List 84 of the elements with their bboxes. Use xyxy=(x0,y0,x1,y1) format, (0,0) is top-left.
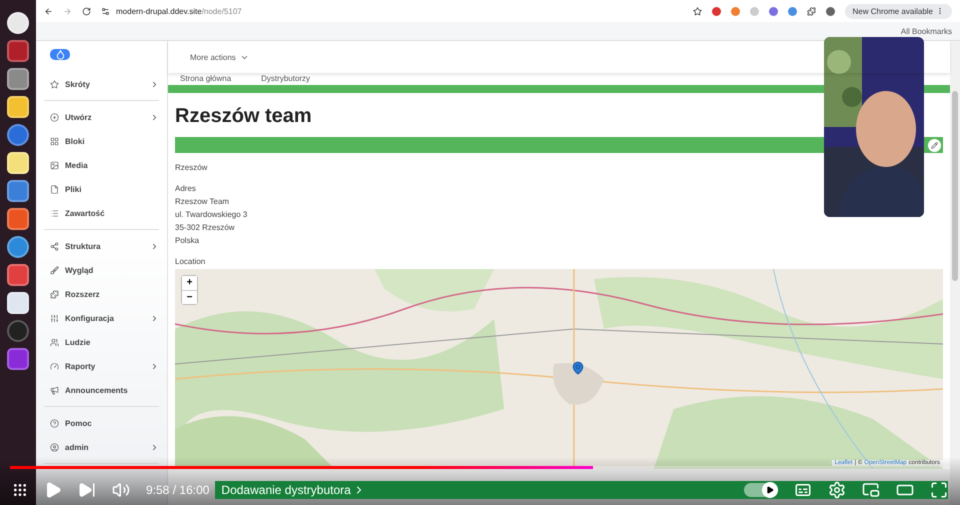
chevron-icon xyxy=(150,362,159,370)
tab[interactable]: Strona główna xyxy=(180,74,232,83)
site-settings-icon[interactable] xyxy=(101,6,110,16)
grip-icon xyxy=(12,482,28,498)
sidebar-item[interactable]: Rozszerz xyxy=(44,282,159,306)
field-label: Location xyxy=(175,256,206,268)
app-icon[interactable] xyxy=(7,236,29,258)
field-label: Adres xyxy=(175,183,197,195)
app-icon[interactable] xyxy=(7,12,29,34)
progress-bar[interactable] xyxy=(10,466,950,469)
update-label: New Chrome available xyxy=(852,6,933,16)
puzzle-icon xyxy=(50,290,59,298)
next-button[interactable] xyxy=(78,481,96,499)
chevron-icon xyxy=(150,242,159,250)
scrollbar[interactable] xyxy=(950,41,960,505)
bookmarks-link[interactable]: All Bookmarks xyxy=(900,26,952,36)
address-line: Rzeszow Team xyxy=(175,196,230,208)
sidebar-item[interactable]: Pliki xyxy=(44,177,159,201)
file-icon xyxy=(50,184,59,194)
address-line: ul. Twardowskiego 3 xyxy=(175,209,248,221)
app-icon[interactable] xyxy=(7,68,29,90)
settings-button[interactable] xyxy=(828,481,846,499)
bookmark-star-icon[interactable] xyxy=(692,6,702,16)
play-icon xyxy=(766,486,774,494)
brush-icon xyxy=(50,266,59,274)
sidebar-item[interactable]: Konfiguracja xyxy=(44,306,159,330)
sidebar-item[interactable]: Raporty xyxy=(44,354,159,378)
chevron-icon xyxy=(150,80,159,88)
sidebar-item[interactable]: Zawartość xyxy=(44,201,159,225)
puzzle-icon[interactable] xyxy=(806,6,816,16)
zoom-out-button[interactable]: − xyxy=(182,290,197,304)
sidebar-item[interactable]: Ludzie xyxy=(44,330,159,354)
megaphone-icon xyxy=(50,386,59,394)
sidebar-item[interactable]: Skróty xyxy=(44,72,159,96)
app-icon[interactable] xyxy=(7,292,29,314)
more-actions-button[interactable]: More actions xyxy=(190,52,249,62)
address-line: 35-302 Rzeszów xyxy=(175,222,236,234)
tab[interactable]: Dystrybutorzy xyxy=(261,74,310,83)
gauge-icon xyxy=(50,362,59,370)
app-icon[interactable] xyxy=(7,152,29,174)
pencil-icon xyxy=(931,142,938,148)
back-icon[interactable] xyxy=(44,6,53,16)
address-field[interactable]: modern-drupal.ddev.site/node/5107 xyxy=(116,6,242,16)
avatar-icon[interactable] xyxy=(826,6,835,16)
app-icon[interactable] xyxy=(7,208,29,230)
chapter-button[interactable]: Dodawanie dystrybutora xyxy=(221,483,365,497)
page-title: Rzeszów team xyxy=(175,105,313,128)
time-display: 9:58 / 16:00 xyxy=(146,483,210,497)
city-text: Rzeszów xyxy=(175,162,208,174)
play-button[interactable] xyxy=(44,481,62,499)
help-icon xyxy=(50,418,59,428)
volume-button[interactable] xyxy=(112,481,130,499)
map-marker-icon[interactable] xyxy=(571,361,585,375)
captions-button[interactable] xyxy=(794,481,812,499)
sidebar-item[interactable]: Pomoc xyxy=(44,411,159,435)
edit-button[interactable] xyxy=(928,138,941,152)
chevron-icon xyxy=(150,442,159,452)
sidebar-item[interactable]: Utwórz xyxy=(44,105,159,129)
autoplay-toggle[interactable] xyxy=(744,483,778,497)
reload-icon[interactable] xyxy=(82,6,91,16)
fullscreen-button[interactable] xyxy=(930,481,948,499)
chevron-icon xyxy=(150,112,159,122)
plus-circle-icon xyxy=(50,112,59,122)
app-icon[interactable] xyxy=(7,180,29,202)
list-icon xyxy=(50,208,59,218)
sidebar-item[interactable]: Struktura xyxy=(44,234,159,258)
user-icon xyxy=(50,442,59,452)
sidebar-item[interactable]: admin xyxy=(44,435,159,459)
people-icon xyxy=(50,338,59,346)
star-icon xyxy=(50,80,59,88)
network-icon xyxy=(50,242,59,250)
app-icon[interactable] xyxy=(7,96,29,118)
image-icon xyxy=(50,160,59,170)
sidebar-item[interactable]: Announcements xyxy=(44,378,159,402)
sidebar-item[interactable]: Wygląd xyxy=(44,258,159,282)
logo-icon[interactable] xyxy=(50,49,70,60)
sliders-icon xyxy=(50,314,59,322)
miniplayer-button[interactable] xyxy=(862,481,880,499)
address-line: Polska xyxy=(175,235,200,247)
chevron-icon xyxy=(150,314,159,322)
update-badge[interactable]: New Chrome available xyxy=(844,4,952,18)
sidebar-item[interactable]: Bloki xyxy=(44,129,159,153)
grid-icon xyxy=(50,136,59,146)
sidebar-item[interactable]: Media xyxy=(44,153,159,177)
